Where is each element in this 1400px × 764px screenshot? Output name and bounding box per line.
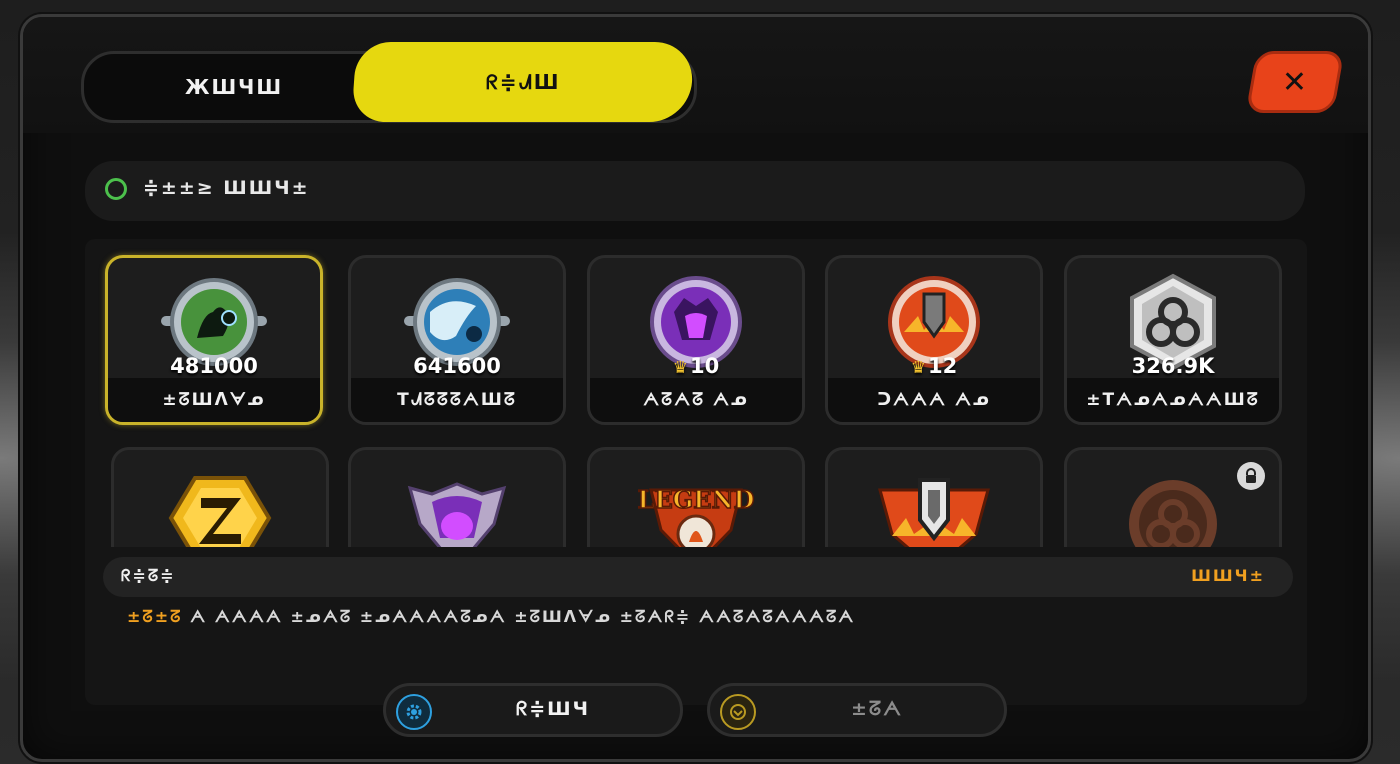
selected-medal-status: ШШЧ±: [1191, 566, 1265, 585]
medal-selection-panel: ЖШЧШ ᖇ≑ᗂШ ✕ ≑±±≥ ШШЧ± 481000 ±ᘔШᐱᗄᓄ 6416…: [20, 14, 1371, 762]
medal-card[interactable]: [111, 447, 329, 547]
tab-bar: ЖШЧШ ᖇ≑ᗂШ: [81, 42, 697, 123]
medal-description: ±ᘔ±ᘔ ᗅ ᗅᗅᗅᗅ ±ᓄᗅᘔ ±ᓄᗅᗅᗅᗅᘔᓄᗅ ±ᘔШᐱᗄᓄ ±ᘔᗅᖇ≑ …: [127, 607, 855, 627]
selected-medal-title: ᖇ≑ᘔ≑: [121, 566, 176, 585]
medal-value: ♛10: [672, 354, 720, 378]
equip-button-label: ᖇ≑ШЧ: [516, 698, 590, 720]
medal-value: 481000: [170, 354, 258, 378]
shield-crest-badge-icon: [872, 466, 996, 547]
medal-card[interactable]: LEGEND: [587, 447, 805, 547]
medal-value: ♛12: [910, 354, 958, 378]
medal-value: 641600: [413, 354, 501, 378]
medal-card[interactable]: [348, 447, 566, 547]
tab-second-label: ᖇ≑ᗂШ: [485, 70, 561, 94]
medal-name: ᑐᗅᗅᗅ ᗅᓄ: [877, 390, 991, 410]
medal-name: ᗅᘔᗅᘔ ᗅᓄ: [643, 390, 749, 410]
filter-bar: ≑±±≥ ШШЧ±: [85, 161, 1305, 221]
medal-name-strip: ТᗂᘔᘔᘔᗅШᘔ: [351, 378, 563, 422]
filter-radio-icon[interactable]: [105, 178, 127, 200]
crown-icon: ♛: [672, 358, 688, 378]
lock-icon: [1237, 462, 1265, 490]
gear-icon: [396, 694, 432, 730]
legend-crest-text: LEGEND: [638, 485, 755, 514]
close-icon: ✕: [1282, 64, 1308, 100]
close-button[interactable]: ✕: [1245, 51, 1345, 113]
tab-second-active[interactable]: ᖇ≑ᗂШ: [351, 42, 695, 122]
medal-name-strip: ±ТᗅᓄᗅᓄᗅᗅШᘔ: [1067, 378, 1279, 422]
medal-card[interactable]: 481000 ±ᘔШᐱᗄᓄ: [105, 255, 323, 425]
bronze-knot-badge-icon: [1118, 470, 1228, 547]
equip-button[interactable]: ᖇ≑ШЧ: [383, 683, 683, 737]
purchase-button[interactable]: ±ᘔᗅ: [707, 683, 1007, 737]
medal-name: ±ᘔШᐱᗄᓄ: [162, 390, 266, 410]
description-text: ᗅ ᗅᗅᗅᗅ ±ᓄᗅᘔ ±ᓄᗅᗅᗅᗅᘔᓄᗅ ±ᘔШᐱᗄᓄ ±ᘔᗅᖇ≑ ᗅᗅᘔᗅᘔ…: [182, 607, 856, 626]
medal-card[interactable]: 326.9K ±ТᗅᓄᗅᓄᗅᗅШᘔ: [1064, 255, 1282, 425]
medal-card[interactable]: 641600 ТᗂᘔᘔᘔᗅШᘔ: [348, 255, 566, 425]
crown-icon: ♛: [910, 358, 926, 378]
medal-name-strip: ±ᘔШᐱᗄᓄ: [108, 378, 320, 422]
description-highlight: ±ᘔ±ᘔ: [127, 607, 183, 626]
medal-value: 326.9K: [1131, 354, 1215, 378]
purchase-button-label: ±ᘔᗅ: [850, 698, 904, 720]
filter-label: ≑±±≥ ШШЧ±: [143, 177, 310, 199]
legend-crest-badge-icon: LEGEND: [631, 466, 761, 547]
purple-skull-crest-badge-icon: [402, 468, 512, 547]
medal-name: ТᗂᘔᘔᘔᗅШᘔ: [397, 390, 517, 410]
selected-medal-info-bar: ᖇ≑ᘔ≑ ШШЧ±: [103, 557, 1293, 597]
medal-name: ±ТᗅᓄᗅᓄᗅᗅШᘔ: [1086, 390, 1260, 410]
medal-grid-viewport[interactable]: 481000 ±ᘔШᐱᗄᓄ 641600 ТᗂᘔᘔᘔᗅШᘔ ♛10 ᗅᘔᗅᘔ ᗅ…: [85, 239, 1307, 547]
coin-icon: [720, 694, 756, 730]
medal-card-locked[interactable]: [1064, 447, 1282, 547]
tab-first[interactable]: ЖШЧШ: [84, 54, 384, 120]
medal-grid: 481000 ±ᘔШᐱᗄᓄ 641600 ТᗂᘔᘔᘔᗅШᘔ ♛10 ᗅᘔᗅᘔ ᗅ…: [85, 239, 1307, 705]
medal-card[interactable]: ♛10 ᗅᘔᗅᘔ ᗅᓄ: [587, 255, 805, 425]
medal-name-strip: ᑐᗅᗅᗅ ᗅᓄ: [828, 378, 1040, 422]
gold-z-badge-icon: [165, 468, 275, 547]
medal-card[interactable]: [825, 447, 1043, 547]
medal-name-strip: ᗅᘔᗅᘔ ᗅᓄ: [590, 378, 802, 422]
medal-card[interactable]: ♛12 ᑐᗅᗅᗅ ᗅᓄ: [825, 255, 1043, 425]
